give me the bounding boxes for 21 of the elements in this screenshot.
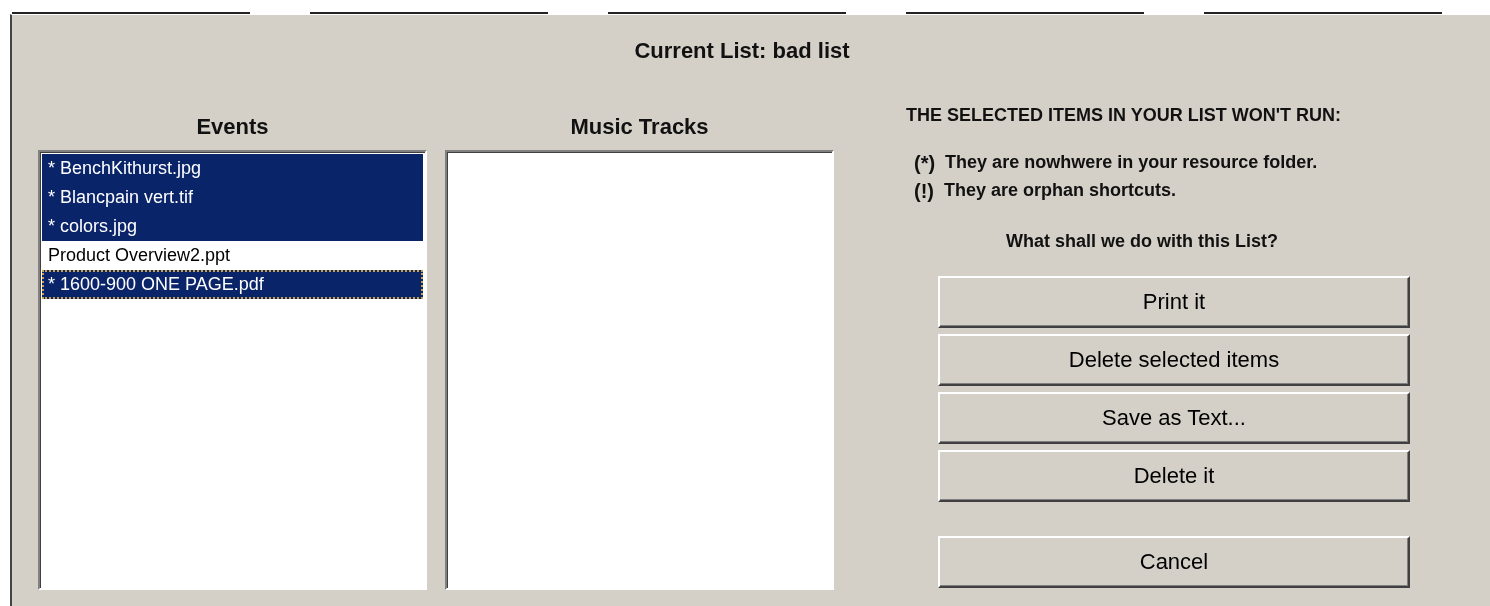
action-button[interactable]: Save as Text... [938,392,1410,444]
action-button[interactable]: Print it [938,276,1410,328]
cancel-button[interactable]: Cancel [938,536,1410,588]
list-item[interactable]: * Blancpain vert.tif [42,183,423,212]
list-heading: Music Tracks [570,114,709,140]
list-item[interactable]: * colors.jpg [42,212,423,241]
legend-text: They are orphan shortcuts. [944,180,1177,202]
action-button[interactable]: Delete it [938,450,1410,502]
list-box[interactable]: * BenchKithurst.jpg * Blancpain vert.tif * colors.jpg Product Overview2.ppt * 1600-900 ONE PAGE.pdf [38,150,427,590]
dialog-title: Current List: bad list [633,37,851,64]
list-item[interactable]: Product Overview2.ppt [42,241,423,270]
legend-marker: (*) [914,152,936,175]
list-item[interactable]: * BenchKithurst.jpg [42,154,423,183]
warning-text: THE SELECTED ITEMS IN YOUR LIST WON'T RUN: [906,105,1342,126]
list-heading: Events [196,114,269,140]
list-box[interactable] [445,150,834,590]
legend-marker: (!) [914,180,934,203]
list-item[interactable]: * 1600-900 ONE PAGE.pdf [42,270,423,299]
legend-text: They are nowhwere in your resource folder. [945,152,1318,174]
action-button[interactable]: Delete selected items [938,334,1410,386]
question-text: What shall we do with this List? [1005,231,1279,252]
